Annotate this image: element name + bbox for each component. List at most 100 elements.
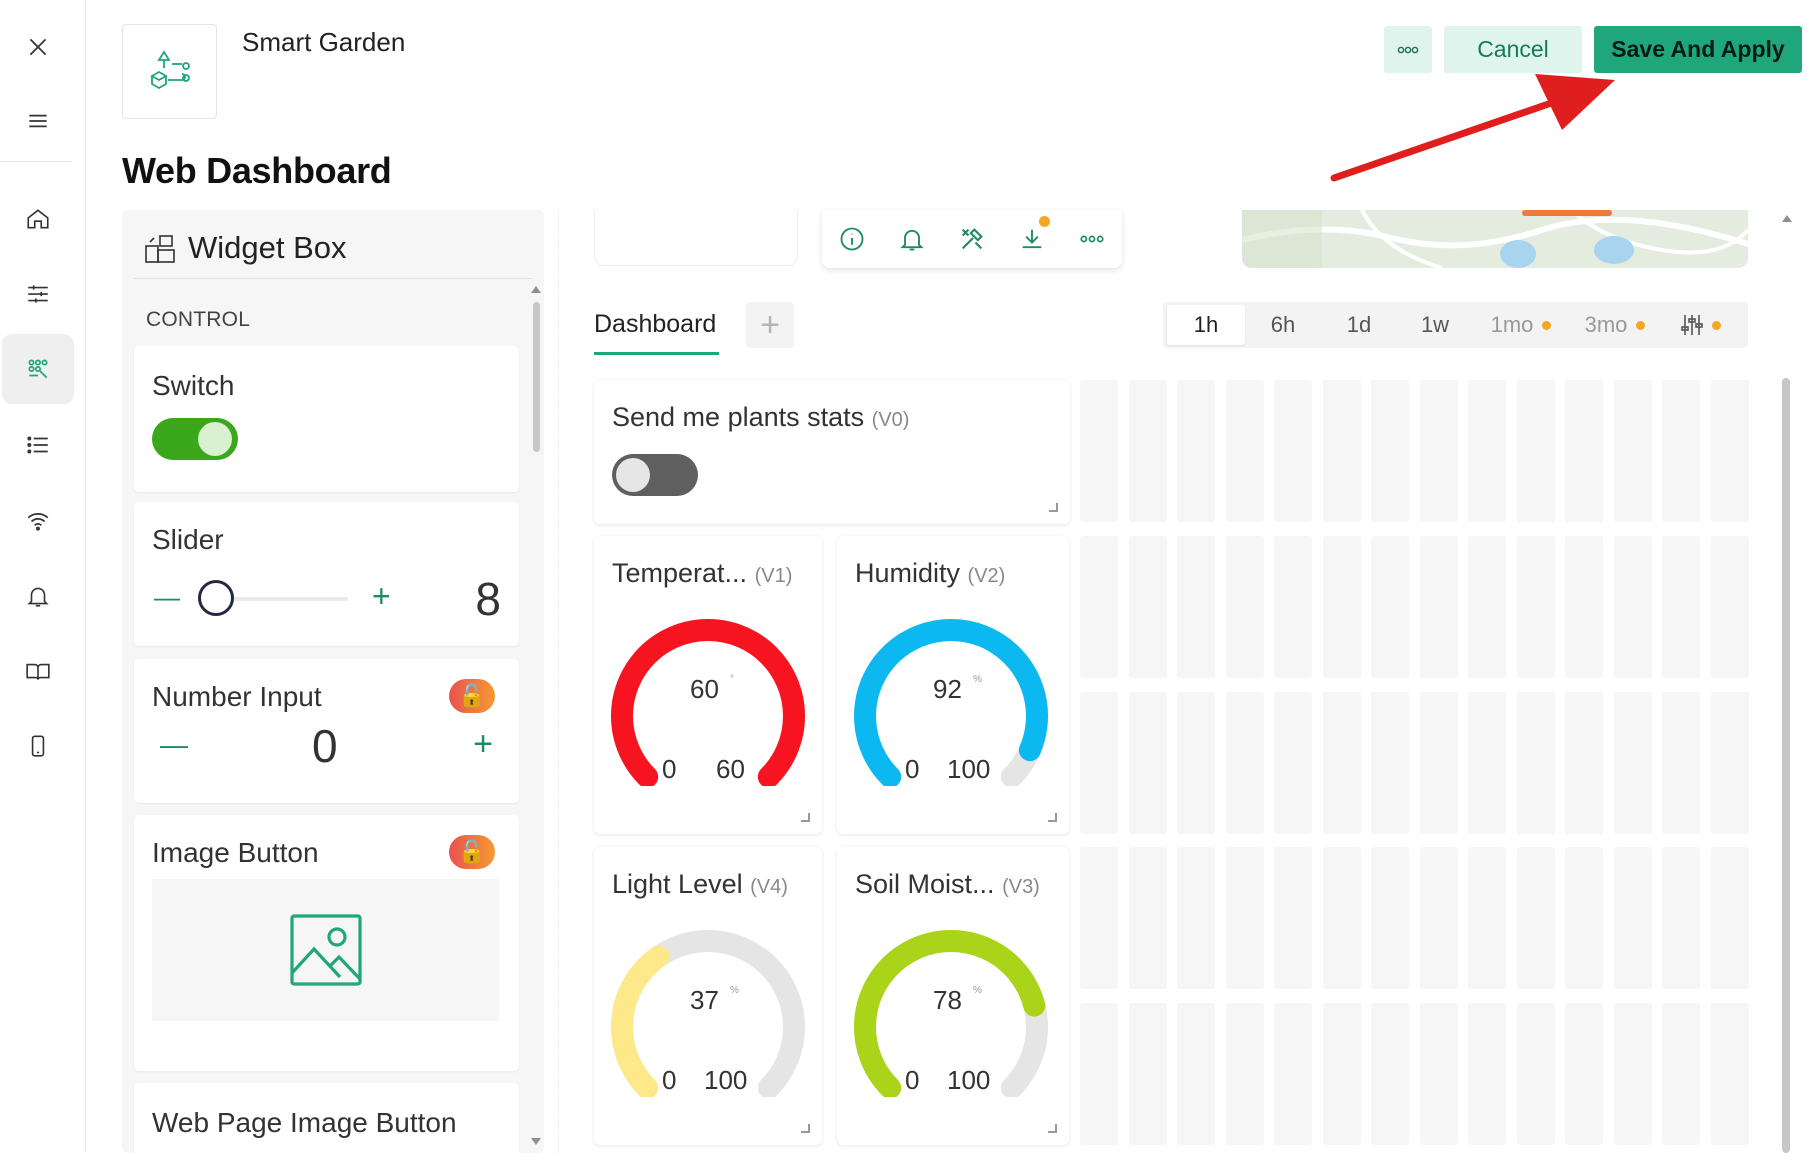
range-1mo[interactable]: 1mo xyxy=(1475,302,1567,348)
grid-cell xyxy=(1274,1003,1312,1145)
grid-cell xyxy=(1322,692,1361,834)
widget-send-plants-stats[interactable]: Send me plants stats (V0) xyxy=(594,380,1070,524)
close-icon[interactable] xyxy=(2,12,74,82)
grid-cell xyxy=(1177,692,1215,834)
grid-cell xyxy=(1613,536,1652,678)
grid-cell xyxy=(1419,692,1458,834)
divider xyxy=(134,278,532,279)
info-icon[interactable] xyxy=(838,225,866,253)
resize-handle[interactable] xyxy=(1048,1124,1057,1133)
scroll-down-arrow[interactable] xyxy=(531,1138,541,1145)
datastreams-icon[interactable] xyxy=(2,334,74,404)
grid-cell xyxy=(1225,380,1264,522)
save-and-apply-button[interactable]: Save And Apply xyxy=(1594,26,1802,73)
grid-cell xyxy=(1225,536,1264,678)
premium-badge-dot xyxy=(1542,320,1552,330)
grid-cell xyxy=(1322,536,1361,678)
gauge-min: 0 xyxy=(662,1065,677,1095)
grid-cell xyxy=(1565,1003,1603,1145)
page-title: Web Dashboard xyxy=(122,150,392,191)
gauge-widget-temperature[interactable]: Temperat... (V1) 60 ° 0 60 xyxy=(594,536,822,834)
grid-cell xyxy=(1419,536,1458,678)
download-icon[interactable] xyxy=(1018,225,1046,253)
garden-template-icon xyxy=(149,49,190,89)
gauge-widget-light-level[interactable]: Light Level (V4) 37% 0 100 xyxy=(594,847,822,1145)
home-icon[interactable] xyxy=(2,184,74,254)
canvas-scrollbar[interactable] xyxy=(1782,378,1790,1153)
widget-title-text: Light Level xyxy=(612,869,743,899)
widget-slider[interactable]: Slider — + 8 xyxy=(134,502,519,646)
grid-cell xyxy=(1710,1003,1749,1145)
wifi-icon[interactable] xyxy=(2,486,74,556)
grid-cell xyxy=(1225,847,1264,989)
range-1w[interactable]: 1w xyxy=(1399,302,1471,348)
template-logo[interactable] xyxy=(122,24,217,119)
grid-cell xyxy=(1177,847,1215,989)
grid-cell xyxy=(1177,1003,1215,1145)
grid-cell xyxy=(1468,380,1506,522)
premium-badge-dot xyxy=(1636,320,1646,330)
grid-cell xyxy=(1128,1003,1167,1145)
grid-cell xyxy=(1565,380,1603,522)
slider-thumb xyxy=(198,580,234,616)
bell-icon[interactable] xyxy=(898,225,926,253)
widget-box-scrollbar[interactable] xyxy=(533,302,540,452)
more-icon[interactable] xyxy=(1078,225,1106,253)
range-3mo[interactable]: 3mo xyxy=(1569,302,1661,348)
menu-icon[interactable] xyxy=(2,86,74,156)
gauge-widget-soil-moisture[interactable]: Soil Moist... (V3) 78% 0 100 xyxy=(837,847,1069,1145)
grid-cell xyxy=(1468,692,1506,834)
locked-feature-icon: 🔓 xyxy=(449,835,495,869)
resize-handle[interactable] xyxy=(1048,813,1057,822)
gauge-value: 60 xyxy=(690,674,719,704)
list-icon[interactable] xyxy=(2,410,74,480)
header-widget-partial[interactable] xyxy=(594,210,798,266)
grid-cell xyxy=(1128,847,1167,989)
gauge-value: 78 xyxy=(933,985,962,1015)
grid-cell xyxy=(1613,380,1652,522)
widget-title-text: Soil Moist... xyxy=(855,869,995,899)
widget-web-page-image-button[interactable]: Web Page Image Button xyxy=(134,1083,519,1153)
range-1d[interactable]: 1d xyxy=(1323,302,1395,348)
map-thumbnail xyxy=(1242,210,1748,268)
stats-switch-toggle[interactable] xyxy=(612,454,698,496)
grid-cell xyxy=(1565,847,1603,989)
tools-icon[interactable] xyxy=(958,225,986,253)
number-plus-icon: + xyxy=(473,725,493,763)
canvas-scroll-up-arrow[interactable] xyxy=(1782,215,1792,222)
tab-dashboard[interactable]: Dashboard xyxy=(594,310,716,339)
widget-title-text: Send me plants stats xyxy=(612,402,865,432)
resize-handle[interactable] xyxy=(801,813,810,822)
widget-image-button[interactable]: Image Button 🔓 xyxy=(134,815,519,1071)
range-1h[interactable]: 1h xyxy=(1167,305,1245,345)
datastream-pin: (V3) xyxy=(1002,876,1040,898)
resize-handle[interactable] xyxy=(801,1124,810,1133)
custom-range-button[interactable] xyxy=(1663,302,1739,348)
grid-cell xyxy=(1080,692,1118,834)
grid-cell xyxy=(1128,692,1167,834)
slider-minus-icon: — xyxy=(154,582,180,612)
gauge-widget-humidity[interactable]: Humidity (V2) 92% 0 100 xyxy=(837,536,1069,834)
gauge-fill xyxy=(611,945,670,1097)
gauge-max: 100 xyxy=(947,1065,991,1095)
range-label: 1w xyxy=(1420,312,1450,337)
range-6h[interactable]: 6h xyxy=(1247,302,1319,348)
premium-badge-dot xyxy=(1712,320,1721,330)
resize-handle[interactable] xyxy=(1049,503,1058,512)
add-tab-button[interactable]: + xyxy=(746,302,794,348)
map-widget-preview[interactable] xyxy=(1242,210,1748,268)
book-icon[interactable] xyxy=(2,636,74,706)
mobile-icon[interactable] xyxy=(2,711,74,781)
widget-switch[interactable]: Switch xyxy=(134,346,519,492)
gauge-min: 0 xyxy=(905,754,920,784)
scroll-up-arrow[interactable] xyxy=(531,286,541,293)
image-placeholder xyxy=(152,879,499,1021)
bell-icon[interactable] xyxy=(2,561,74,631)
grid-cell xyxy=(1274,847,1312,989)
datastream-pin: (V2) xyxy=(967,565,1006,587)
sliders-icon[interactable] xyxy=(2,259,74,329)
grid-cell xyxy=(1710,536,1749,678)
grid-cell xyxy=(1080,1003,1118,1145)
widget-number-input[interactable]: Number Input 🔓 — 0 + xyxy=(134,659,519,803)
grid-cell xyxy=(1710,692,1749,834)
